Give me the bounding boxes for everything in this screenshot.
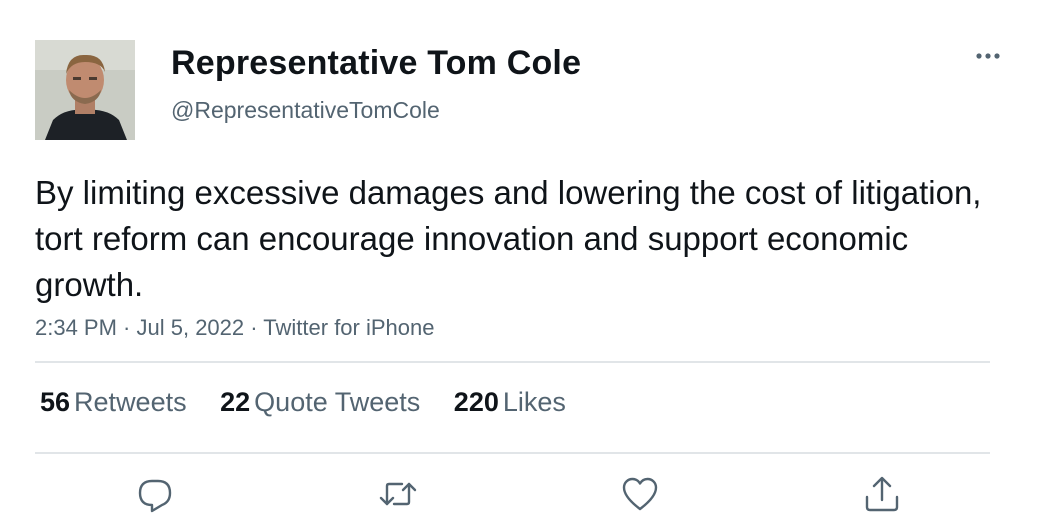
retweets-count: 56: [40, 387, 71, 417]
retweet-button[interactable]: [378, 474, 418, 514]
more-options-button[interactable]: [970, 44, 1006, 68]
tweet-card: Representative Tom Cole @RepresentativeT…: [0, 0, 1050, 525]
retweet-icon: [379, 482, 417, 506]
author-display-name[interactable]: Representative Tom Cole: [171, 44, 581, 83]
likes-count: 220: [453, 387, 499, 417]
meta-separator: ·: [116, 315, 137, 340]
engagement-stats: 56 Retweets 22 Quote Tweets 220 Likes: [40, 387, 592, 418]
tweet-date[interactable]: Jul 5, 2022: [137, 315, 245, 340]
retweets-label: Retweets: [74, 387, 187, 417]
meta-separator: ·: [244, 315, 264, 340]
heart-icon: [622, 477, 658, 511]
tweet-source[interactable]: Twitter for iPhone: [263, 315, 434, 340]
quote-tweets-stat[interactable]: 22 Quote Tweets: [220, 387, 420, 418]
tweet-text: By limiting excessive damages and loweri…: [35, 174, 982, 303]
tweet-metadata: 2:34 PM · Jul 5, 2022 · Twitter for iPho…: [35, 315, 434, 341]
quote-tweets-label: Quote Tweets: [254, 387, 421, 417]
tweet-time[interactable]: 2:34 PM: [35, 315, 117, 340]
retweets-stat[interactable]: 56 Retweets: [40, 387, 187, 418]
share-icon: [865, 476, 899, 512]
more-horizontal-icon: [976, 53, 1000, 59]
reply-icon: [138, 479, 172, 513]
avatar[interactable]: [35, 40, 135, 140]
quote-tweets-count: 22: [220, 387, 251, 417]
share-button[interactable]: [862, 474, 902, 514]
author-handle[interactable]: @RepresentativeTomCole: [171, 97, 440, 124]
like-button[interactable]: [620, 474, 660, 514]
reply-button[interactable]: [135, 474, 175, 514]
divider: [35, 452, 990, 454]
avatar-image: [35, 40, 135, 140]
likes-label: Likes: [502, 387, 566, 417]
likes-stat[interactable]: 220 Likes: [454, 387, 566, 418]
divider: [35, 361, 990, 363]
